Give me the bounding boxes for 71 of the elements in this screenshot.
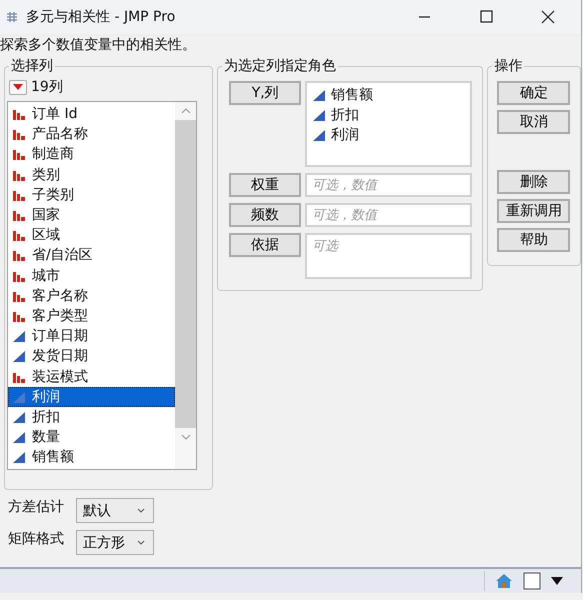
group-title: 为选定列指定角色 xyxy=(222,57,338,75)
role-button[interactable]: 依据 xyxy=(229,233,302,257)
triangle-icon xyxy=(312,88,326,102)
triangle-icon xyxy=(312,108,326,122)
triangle-icon xyxy=(12,410,26,424)
role-value: 销售额 xyxy=(331,86,374,104)
triangle-icon xyxy=(12,450,26,464)
scroll-thumb[interactable] xyxy=(175,120,196,428)
list-item[interactable]: 数量 xyxy=(8,427,175,448)
triangle-icon xyxy=(312,128,326,142)
list-item[interactable]: 类别 xyxy=(8,164,175,185)
caret-down-icon[interactable] xyxy=(551,577,563,585)
column-count: 19列 xyxy=(31,78,63,96)
role-field[interactable]: 销售额 折扣 利润 xyxy=(305,81,472,167)
triangle-icon xyxy=(12,349,26,364)
list-item[interactable]: 省/自治区 xyxy=(8,245,175,266)
role-value: 利润 xyxy=(331,126,360,144)
list-item[interactable]: 客户名称 xyxy=(8,286,175,306)
list-item[interactable]: 装运模式 xyxy=(8,366,175,387)
group-title: 选择列 xyxy=(9,57,55,75)
description-text: 探索多个数值变量中的相关性。 xyxy=(0,36,197,55)
list-item[interactable]: 客户类型 xyxy=(8,306,175,326)
triangle-icon xyxy=(12,329,26,344)
chevron-up-icon[interactable] xyxy=(180,108,190,114)
bar-chart-icon xyxy=(12,107,26,122)
action-button[interactable]: 确定 xyxy=(497,81,570,105)
list-item[interactable]: 国家 xyxy=(8,204,175,226)
scrollbar[interactable] xyxy=(175,102,196,469)
list-item[interactable]: 利润 xyxy=(8,386,175,407)
role-button[interactable]: Y,列 xyxy=(229,81,302,105)
placeholder-text: 可选，数值 xyxy=(312,208,378,223)
list-item[interactable]: 销售额 xyxy=(8,447,175,468)
action-button[interactable]: 帮助 xyxy=(497,228,570,252)
square-icon[interactable] xyxy=(523,572,541,590)
list-item[interactable]: 折扣 xyxy=(8,406,175,427)
list-item[interactable]: 城市 xyxy=(8,266,175,286)
action-button[interactable]: 取消 xyxy=(497,110,570,134)
role-button[interactable]: 权重 xyxy=(229,173,302,197)
role-button[interactable]: 频数 xyxy=(229,203,302,227)
placeholder-text: 可选 xyxy=(312,239,338,254)
list-item[interactable]: 制造商 xyxy=(8,144,175,165)
chevron-down-icon[interactable] xyxy=(180,434,190,440)
dropdown[interactable]: 默认 xyxy=(76,498,154,523)
triangle-icon xyxy=(12,430,26,444)
bar-chart-icon xyxy=(12,127,26,142)
list-item[interactable]: 发货日期 xyxy=(8,346,175,366)
bar-chart-icon xyxy=(12,248,26,262)
role-value: 折扣 xyxy=(331,106,360,124)
app-icon xyxy=(6,11,18,23)
list-item[interactable]: 订单 Id xyxy=(8,104,175,124)
house-icon[interactable] xyxy=(495,573,513,589)
dropdown-button[interactable] xyxy=(9,80,27,94)
chevron-down-icon xyxy=(137,508,145,513)
bar-chart-icon xyxy=(12,208,26,222)
action-button[interactable]: 删除 xyxy=(497,170,570,194)
list-item[interactable]: 订单日期 xyxy=(8,326,175,346)
window-title: 多元与相关性 - JMP Pro xyxy=(26,8,176,26)
bar-chart-icon xyxy=(12,228,26,242)
caret-icon xyxy=(13,84,23,90)
action-button[interactable]: 重新调用 xyxy=(497,199,570,223)
list-item[interactable]: 产品名称 xyxy=(8,124,175,144)
list-item[interactable]: 子类别 xyxy=(8,184,175,205)
dropdown[interactable]: 正方形 xyxy=(76,530,154,555)
chevron-down-icon xyxy=(137,540,145,545)
triangle-icon xyxy=(12,390,26,404)
option-label: 方差估计 xyxy=(8,498,64,516)
placeholder-text: 可选，数值 xyxy=(312,178,378,193)
option-label: 矩阵格式 xyxy=(8,530,64,548)
bar-chart-icon xyxy=(12,147,26,162)
list-item[interactable]: 区域 xyxy=(8,225,175,246)
group-title: 操作 xyxy=(492,57,524,75)
